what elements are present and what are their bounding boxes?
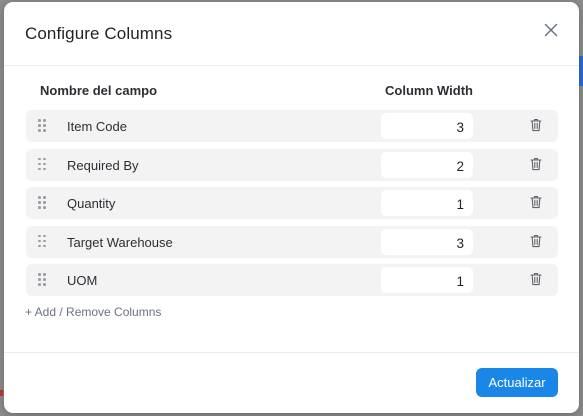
drag-handle-icon[interactable] bbox=[38, 157, 48, 172]
drag-handle-icon[interactable] bbox=[38, 196, 48, 210]
column-row: Item Code bbox=[26, 110, 558, 142]
column-width-input[interactable] bbox=[381, 113, 473, 139]
delete-column-button[interactable] bbox=[530, 272, 542, 286]
column-label: Target Warehouse bbox=[67, 234, 173, 250]
column-label: UOM bbox=[67, 273, 98, 289]
configure-columns-dialog: Configure Columns Nombre del campo Colum… bbox=[4, 2, 579, 413]
column-label: Item Code bbox=[67, 119, 127, 134]
column-width-input[interactable] bbox=[381, 190, 473, 217]
column-row: UOM bbox=[26, 264, 558, 297]
add-remove-columns-link[interactable]: + Add / Remove Columns bbox=[25, 305, 161, 319]
trash-icon bbox=[530, 234, 542, 247]
header-field-name: Nombre del campo bbox=[40, 83, 158, 98]
column-width-input[interactable] bbox=[381, 267, 473, 294]
trash-icon bbox=[530, 196, 542, 209]
delete-column-button[interactable] bbox=[530, 118, 542, 132]
columns-list: Item Code Required By bbox=[26, 110, 558, 303]
column-label: Required By bbox=[67, 157, 139, 173]
drag-handle-icon[interactable] bbox=[38, 119, 48, 133]
trash-icon bbox=[530, 273, 542, 286]
trash-icon bbox=[530, 157, 542, 170]
column-row: Target Warehouse bbox=[26, 225, 558, 258]
header-column-width: Column Width bbox=[385, 83, 473, 98]
column-row: Required By bbox=[26, 148, 558, 181]
delete-column-button[interactable] bbox=[530, 234, 542, 248]
close-icon bbox=[544, 23, 558, 37]
delete-column-button[interactable] bbox=[530, 195, 542, 209]
column-width-input[interactable] bbox=[381, 151, 473, 178]
dialog-footer-divider bbox=[4, 352, 579, 353]
dialog-title: Configure Columns bbox=[25, 24, 173, 43]
column-width-input[interactable] bbox=[381, 228, 473, 255]
trash-icon bbox=[530, 119, 542, 132]
drag-handle-icon[interactable] bbox=[38, 273, 48, 287]
close-button[interactable] bbox=[543, 22, 559, 38]
drag-handle-icon[interactable] bbox=[38, 234, 48, 249]
column-row: Quantity bbox=[26, 187, 558, 220]
update-button[interactable]: Actualizar bbox=[476, 368, 558, 397]
background-marker bbox=[0, 390, 3, 396]
delete-column-button[interactable] bbox=[530, 157, 542, 171]
dialog-header: Configure Columns bbox=[4, 2, 579, 66]
column-label: Quantity bbox=[67, 196, 116, 212]
